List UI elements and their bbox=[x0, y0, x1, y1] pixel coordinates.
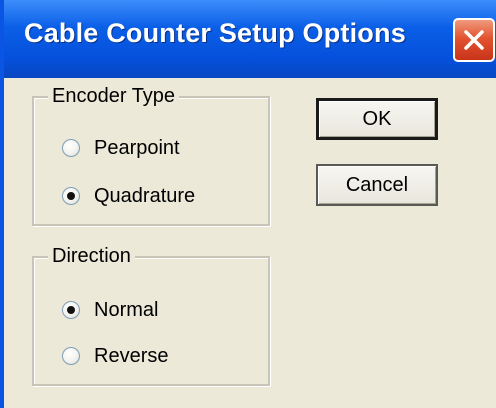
ok-button[interactable]: OK bbox=[316, 98, 438, 140]
dialog-window: Cable Counter Setup Options Encoder Type… bbox=[0, 0, 496, 408]
direction-label: Direction bbox=[48, 244, 135, 268]
radio-reverse[interactable]: Reverse bbox=[62, 342, 168, 370]
title-bar[interactable]: Cable Counter Setup Options bbox=[4, 0, 496, 78]
encoder-type-label: Encoder Type bbox=[48, 84, 180, 108]
radio-selected-dot bbox=[67, 192, 75, 200]
pearpoint-label: Pearpoint bbox=[94, 136, 180, 159]
window-title: Cable Counter Setup Options bbox=[24, 18, 406, 48]
quadrature-radio-button[interactable] bbox=[62, 187, 80, 205]
pearpoint-radio-button[interactable] bbox=[62, 139, 80, 157]
quadrature-label: Quadrature bbox=[94, 184, 196, 207]
normal-radio-button[interactable] bbox=[62, 301, 80, 319]
reverse-radio-button[interactable] bbox=[62, 347, 80, 365]
direction-group: Direction Normal Reverse bbox=[32, 244, 270, 386]
encoder-type-group: Encoder Type Pearpoint Quadrature bbox=[32, 84, 270, 226]
cancel-button[interactable]: Cancel bbox=[316, 164, 438, 206]
radio-selected-dot bbox=[67, 306, 75, 314]
close-button[interactable] bbox=[453, 18, 495, 62]
radio-quadrature[interactable]: Quadrature bbox=[62, 182, 195, 210]
radio-normal[interactable]: Normal bbox=[62, 296, 158, 324]
reverse-label: Reverse bbox=[94, 344, 169, 367]
radio-pearpoint[interactable]: Pearpoint bbox=[62, 134, 180, 162]
normal-label: Normal bbox=[94, 298, 159, 321]
